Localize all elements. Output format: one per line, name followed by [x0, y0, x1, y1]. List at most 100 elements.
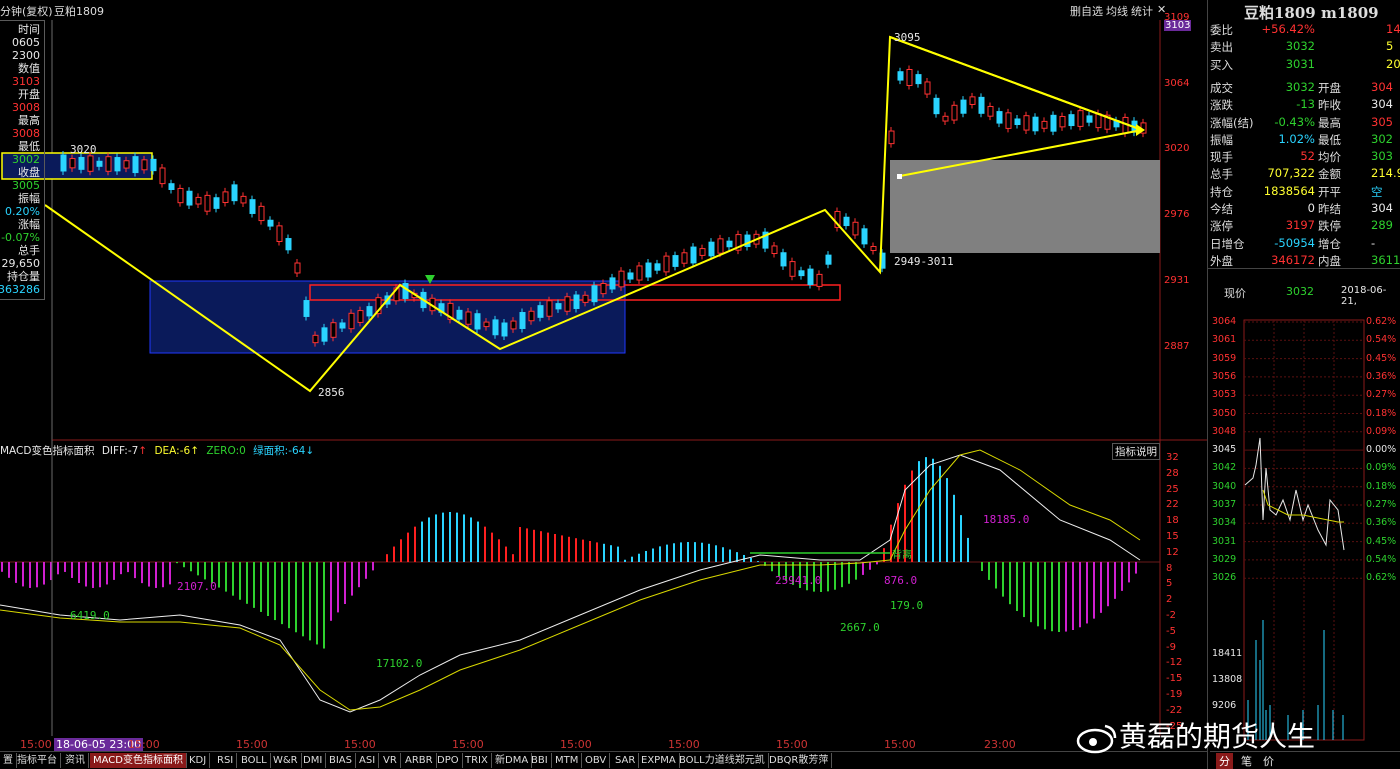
- tab-indicator[interactable]: OBV: [582, 753, 611, 768]
- mini-pct-tick: 0.09%: [1366, 462, 1397, 474]
- quote-value: 空: [1371, 184, 1383, 199]
- candle-body: [609, 277, 616, 290]
- quote-label: 最低: [1318, 132, 1341, 147]
- tab-indicator[interactable]: RSI: [214, 753, 238, 768]
- candle-body: [1059, 115, 1066, 128]
- mini-price-tick: 3053: [1212, 389, 1237, 401]
- divider: [1208, 268, 1400, 269]
- statistics-button[interactable]: 统计: [1131, 3, 1153, 19]
- tab-indicator[interactable]: MTM: [552, 753, 583, 768]
- box-price-annotation: 3020: [70, 143, 97, 156]
- quote-row: 卖出 3032 5: [1208, 39, 1400, 55]
- quote-row: 涨停 3197 跌停 289: [1208, 218, 1400, 234]
- tab-indicator[interactable]: ARBR: [402, 753, 437, 768]
- quote-label: 卖出: [1210, 40, 1233, 55]
- info-value-open: 3008: [12, 101, 40, 114]
- tab-indicator[interactable]: DPO: [434, 753, 463, 768]
- tab-price[interactable]: 价: [1260, 753, 1277, 769]
- candle-body: [546, 300, 553, 317]
- tab-indicator[interactable]: BIAS: [326, 753, 356, 768]
- quote-label: 今结: [1210, 202, 1233, 216]
- tab-indicator[interactable]: BBI: [528, 753, 552, 768]
- y-tick: 2931: [1164, 275, 1190, 286]
- quote-date: 2018-06-21,: [1341, 285, 1387, 307]
- indicator-help-button[interactable]: 指标说明: [1112, 443, 1160, 460]
- macd-area-label: 25941.0: [775, 574, 822, 587]
- candle-body: [501, 322, 508, 337]
- tab-indicator[interactable]: KDJ: [186, 753, 211, 768]
- tab-indicator[interactable]: VR: [380, 753, 401, 768]
- candle-body: [726, 240, 733, 248]
- quote-value: 302: [1371, 131, 1393, 146]
- mini-pct-tick: 0.45%: [1366, 535, 1397, 547]
- candle-body: [816, 273, 823, 287]
- tab-indicator[interactable]: ASI: [356, 753, 380, 768]
- tab-indicator[interactable]: BOLL: [238, 753, 271, 768]
- macd-y-tick: 2: [1166, 594, 1173, 606]
- quote-label: 开盘: [1318, 80, 1341, 95]
- macd-y-tick: 22: [1166, 499, 1179, 511]
- tab-minute[interactable]: 分: [1216, 753, 1233, 769]
- remove-favorite-button[interactable]: 删自选: [1070, 3, 1103, 19]
- candle-body: [663, 255, 670, 273]
- tab-indicator[interactable]: TRIX: [462, 753, 492, 768]
- mini-price-tick: 3026: [1212, 572, 1237, 584]
- moving-average-button[interactable]: 均线: [1106, 3, 1128, 19]
- candle-body: [789, 261, 796, 277]
- main-chart[interactable]: [0, 0, 1207, 769]
- time-tick: 15:00: [344, 738, 376, 751]
- quote-value: 346172: [1271, 252, 1315, 267]
- mini-price-tick: 3056: [1212, 370, 1237, 382]
- quote-value: 3197: [1285, 218, 1315, 233]
- tab-indicator[interactable]: W&R: [270, 753, 302, 768]
- quote-label: 跌停: [1318, 219, 1341, 234]
- quote-label: 总手: [1210, 167, 1233, 182]
- candle-body: [204, 194, 211, 212]
- tab-indicator[interactable]: DBQR散芳萍: [766, 753, 833, 768]
- tab-indicator[interactable]: DMI: [300, 753, 327, 768]
- time-tick: 15:00: [452, 738, 484, 751]
- candle-body: [114, 157, 121, 172]
- macd-y-tick: 32: [1166, 452, 1179, 463]
- tab-indicator[interactable]: MACD变色指标面积: [90, 753, 187, 768]
- candle-body: [1005, 112, 1012, 129]
- macd-title[interactable]: MACD变色指标面积: [0, 445, 94, 457]
- quote-row: 今结 0 昨结 304: [1208, 201, 1400, 217]
- quote-row: 持仓 1838564 开平 空: [1208, 184, 1400, 200]
- candle-body: [105, 156, 112, 172]
- candle-body: [348, 312, 355, 330]
- candle-body: [1050, 114, 1057, 132]
- macd-y-axis: 32 28 25 22 18 15 12 8 5 2 -2 -5 -9 -12 -15 -19 -22 -25: [1162, 448, 1207, 738]
- macd-area-label: 179.0: [890, 599, 924, 612]
- candle-body: [456, 309, 463, 320]
- quote-value: 707,322: [1267, 166, 1315, 181]
- candle-body: [276, 225, 283, 242]
- candle-body: [780, 252, 787, 267]
- tab-indicator[interactable]: 资讯: [62, 753, 89, 768]
- info-value-time2: 2300: [12, 49, 40, 62]
- y-tick: 2976: [1164, 209, 1190, 220]
- period-label[interactable]: 分钟(复权): [0, 3, 53, 19]
- tab-indicator[interactable]: SAR: [612, 753, 640, 768]
- quote-row: 委比 +56.42% 14: [1208, 22, 1400, 38]
- mini-price-tick: 3050: [1212, 407, 1237, 419]
- info-label-time: 时间: [18, 23, 40, 36]
- mini-pct-tick: 0.62%: [1366, 316, 1397, 327]
- tab-indicator[interactable]: 指标平台: [14, 753, 61, 768]
- tab-trades[interactable]: 笔: [1238, 753, 1255, 769]
- arrow-up-icon: ↑: [190, 445, 200, 457]
- info-value-oi: 2363286: [0, 283, 40, 296]
- info-label-value: 数值: [18, 62, 40, 75]
- candle-body: [339, 322, 346, 329]
- candle-body: [141, 159, 148, 171]
- tab-indicator[interactable]: EXPMA: [638, 753, 680, 768]
- weibo-icon: [1075, 722, 1119, 754]
- candle-body: [213, 197, 220, 209]
- mini-pct-tick: 0.18%: [1366, 480, 1397, 492]
- candle-body: [249, 199, 256, 214]
- candle-body: [987, 105, 994, 117]
- y-tick: 2887: [1164, 341, 1190, 352]
- info-value-time: 0605: [12, 36, 40, 49]
- tab-indicator[interactable]: BOLL力道线郑元凯: [676, 753, 769, 768]
- tab-indicator[interactable]: 新DMA: [492, 753, 533, 768]
